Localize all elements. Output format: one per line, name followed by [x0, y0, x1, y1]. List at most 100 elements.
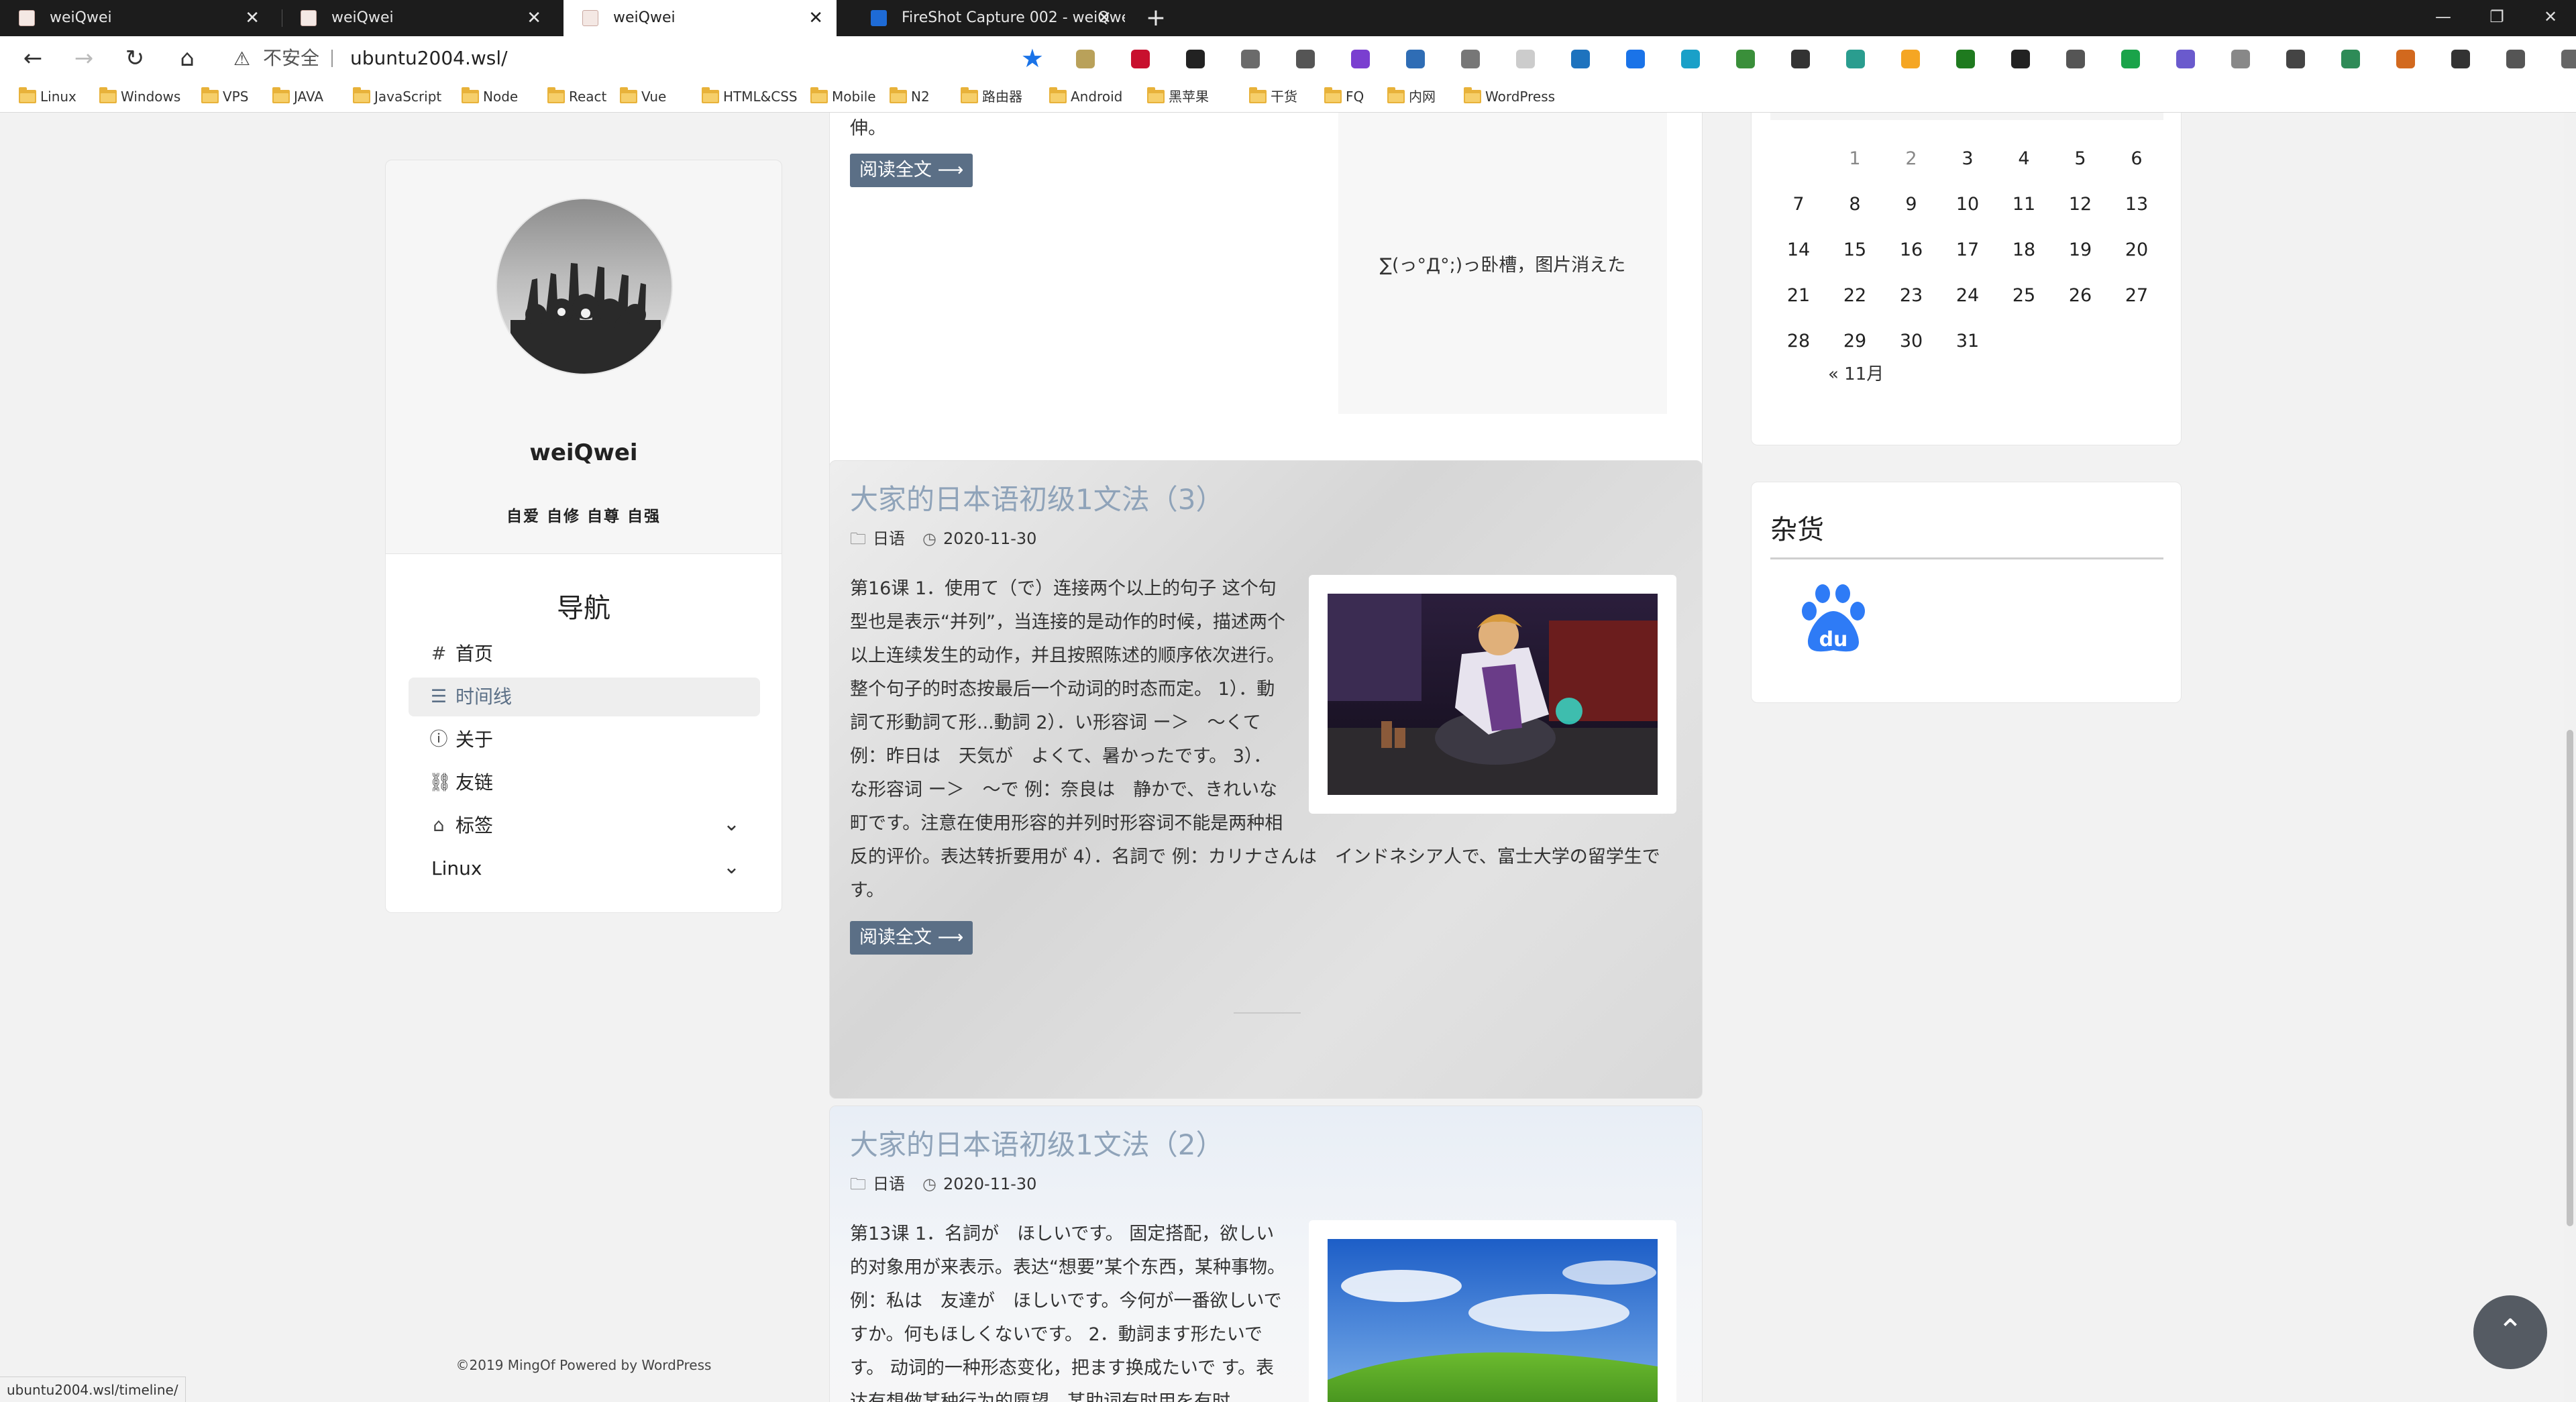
close-tab-icon[interactable]: ✕: [1097, 0, 1112, 36]
close-tab-icon[interactable]: ✕: [808, 0, 823, 36]
page-scrollbar[interactable]: [2564, 113, 2576, 1402]
warning-icon[interactable]: ⚠: [233, 48, 250, 70]
calendar-day[interactable]: 16: [1883, 227, 1939, 273]
calendar-day[interactable]: 4: [1996, 136, 2052, 182]
bookmark-folder-18[interactable]: WordPress: [1461, 80, 1555, 113]
extension-icon-16[interactable]: [1901, 50, 1920, 68]
extension-icon-12[interactable]: [1681, 50, 1700, 68]
extension-icon-6[interactable]: [1351, 50, 1370, 68]
bookmark-folder-15[interactable]: 干货: [1246, 80, 1297, 113]
calendar-day[interactable]: 7: [1770, 182, 1827, 227]
calendar-day[interactable]: 2: [1883, 136, 1939, 182]
extension-icon-14[interactable]: [1791, 50, 1810, 68]
back-to-top-button[interactable]: ⌃: [2473, 1295, 2547, 1369]
extension-icon-17[interactable]: [1956, 50, 1975, 68]
extension-icon-19[interactable]: [2066, 50, 2085, 68]
tab-4[interactable]: FireShot Capture 002 - weiQwei ✕: [852, 0, 1125, 36]
baidu-logo-icon[interactable]: du: [1800, 583, 1867, 657]
reload-button[interactable]: ↻: [118, 42, 152, 75]
extension-icon-5[interactable]: [1296, 50, 1315, 68]
nav-item-links[interactable]: ⛓ 友链: [409, 763, 760, 802]
security-label[interactable]: 不安全: [263, 42, 319, 75]
close-tab-icon[interactable]: ✕: [245, 0, 260, 36]
back-button[interactable]: ←: [16, 42, 50, 75]
extension-icon-28[interactable]: [2561, 50, 2576, 68]
extension-icon-26[interactable]: [2451, 50, 2470, 68]
calendar-day[interactable]: 28: [1770, 319, 1827, 364]
calendar-day[interactable]: 19: [2052, 227, 2108, 273]
extension-icon-10[interactable]: [1571, 50, 1590, 68]
close-window-button[interactable]: ✕: [2525, 0, 2576, 36]
tab-3-active[interactable]: weiQwei ✕: [564, 0, 837, 36]
nav-item-linux[interactable]: Linux ⌄: [409, 849, 760, 888]
nav-item-tags[interactable]: ⌂ 标签 ⌄: [409, 806, 760, 845]
bookmark-folder-2[interactable]: Windows: [97, 80, 180, 113]
bookmark-folder-17[interactable]: 内网: [1385, 80, 1436, 113]
extension-icon-1[interactable]: [1076, 50, 1095, 68]
bookmark-folder-9[interactable]: HTML&CSS: [699, 80, 798, 113]
extension-icon-25[interactable]: [2396, 50, 2415, 68]
calendar-day[interactable]: 15: [1827, 227, 1883, 273]
bookmark-folder-11[interactable]: N2: [887, 80, 930, 113]
extension-icon-13[interactable]: [1736, 50, 1755, 68]
calendar-day[interactable]: 24: [1939, 273, 1996, 319]
calendar-day[interactable]: 8: [1827, 182, 1883, 227]
nav-item-timeline[interactable]: ☰ 时间线: [409, 678, 760, 716]
address-bar[interactable]: ⚠ 不安全 ubuntu2004.wsl/ ★: [224, 42, 1046, 75]
avatar[interactable]: [496, 198, 673, 375]
new-tab-button[interactable]: +: [1138, 0, 1174, 36]
extension-icon-15[interactable]: [1846, 50, 1865, 68]
bookmark-folder-1[interactable]: Linux: [16, 80, 76, 113]
bookmark-folder-7[interactable]: React: [545, 80, 606, 113]
read-more-button[interactable]: 阅读全文 ⟶: [850, 154, 973, 187]
extension-icon-22[interactable]: [2231, 50, 2250, 68]
calendar-day[interactable]: 9: [1883, 182, 1939, 227]
bookmark-folder-5[interactable]: JavaScript: [350, 80, 441, 113]
extension-icon-8[interactable]: [1461, 50, 1480, 68]
extension-icon-21[interactable]: [2176, 50, 2195, 68]
post-category[interactable]: 日语: [873, 1175, 905, 1193]
extension-icon-7[interactable]: [1406, 50, 1425, 68]
forward-button[interactable]: →: [67, 42, 101, 75]
calendar-day[interactable]: 22: [1827, 273, 1883, 319]
chevron-down-icon[interactable]: ⌄: [723, 848, 740, 887]
calendar-day[interactable]: 11: [1996, 182, 2052, 227]
bookmark-folder-10[interactable]: Mobile: [808, 80, 876, 113]
post-category[interactable]: 日语: [873, 529, 905, 548]
calendar-day[interactable]: 1: [1827, 136, 1883, 182]
bookmark-folder-12[interactable]: 路由器: [958, 80, 1022, 113]
extension-icon-3[interactable]: [1186, 50, 1205, 68]
extension-icon-11[interactable]: [1626, 50, 1645, 68]
calendar-day[interactable]: 31: [1939, 319, 1996, 364]
bookmark-star-icon[interactable]: ★: [1021, 44, 1044, 73]
close-tab-icon[interactable]: ✕: [527, 0, 541, 36]
read-more-button[interactable]: 阅读全文 ⟶: [850, 921, 973, 955]
bookmark-folder-16[interactable]: FQ: [1322, 80, 1364, 113]
post-thumbnail[interactable]: [1328, 594, 1658, 795]
bookmark-folder-3[interactable]: VPS: [199, 80, 248, 113]
url-text[interactable]: ubuntu2004.wsl/: [350, 42, 508, 75]
bookmark-folder-6[interactable]: Node: [459, 80, 518, 113]
calendar-day[interactable]: 3: [1939, 136, 1996, 182]
bookmark-folder-14[interactable]: 黑苹果: [1144, 80, 1209, 113]
extension-icon-27[interactable]: [2506, 50, 2525, 68]
calendar-day[interactable]: 13: [2108, 182, 2165, 227]
calendar-day[interactable]: 12: [2052, 182, 2108, 227]
extension-icon-18[interactable]: [2011, 50, 2030, 68]
extension-icon-4[interactable]: [1241, 50, 1260, 68]
calendar-day[interactable]: 23: [1883, 273, 1939, 319]
restore-button[interactable]: ❐: [2471, 0, 2522, 36]
calendar-day[interactable]: 14: [1770, 227, 1827, 273]
minimize-button[interactable]: —: [2418, 0, 2469, 36]
calendar-day[interactable]: 20: [2108, 227, 2165, 273]
bookmark-folder-13[interactable]: Android: [1046, 80, 1122, 113]
calendar-day[interactable]: 29: [1827, 319, 1883, 364]
post-thumbnail[interactable]: [1328, 1239, 1658, 1402]
calendar-day[interactable]: 5: [2052, 136, 2108, 182]
post-title[interactable]: 大家的日本语初级1文法（3）: [850, 477, 1224, 518]
calendar-day[interactable]: 6: [2108, 136, 2165, 182]
tab-1[interactable]: weiQwei ✕: [0, 0, 273, 36]
extension-icon-23[interactable]: [2286, 50, 2305, 68]
chevron-down-icon[interactable]: ⌄: [723, 805, 740, 844]
extension-icon-20[interactable]: [2121, 50, 2140, 68]
